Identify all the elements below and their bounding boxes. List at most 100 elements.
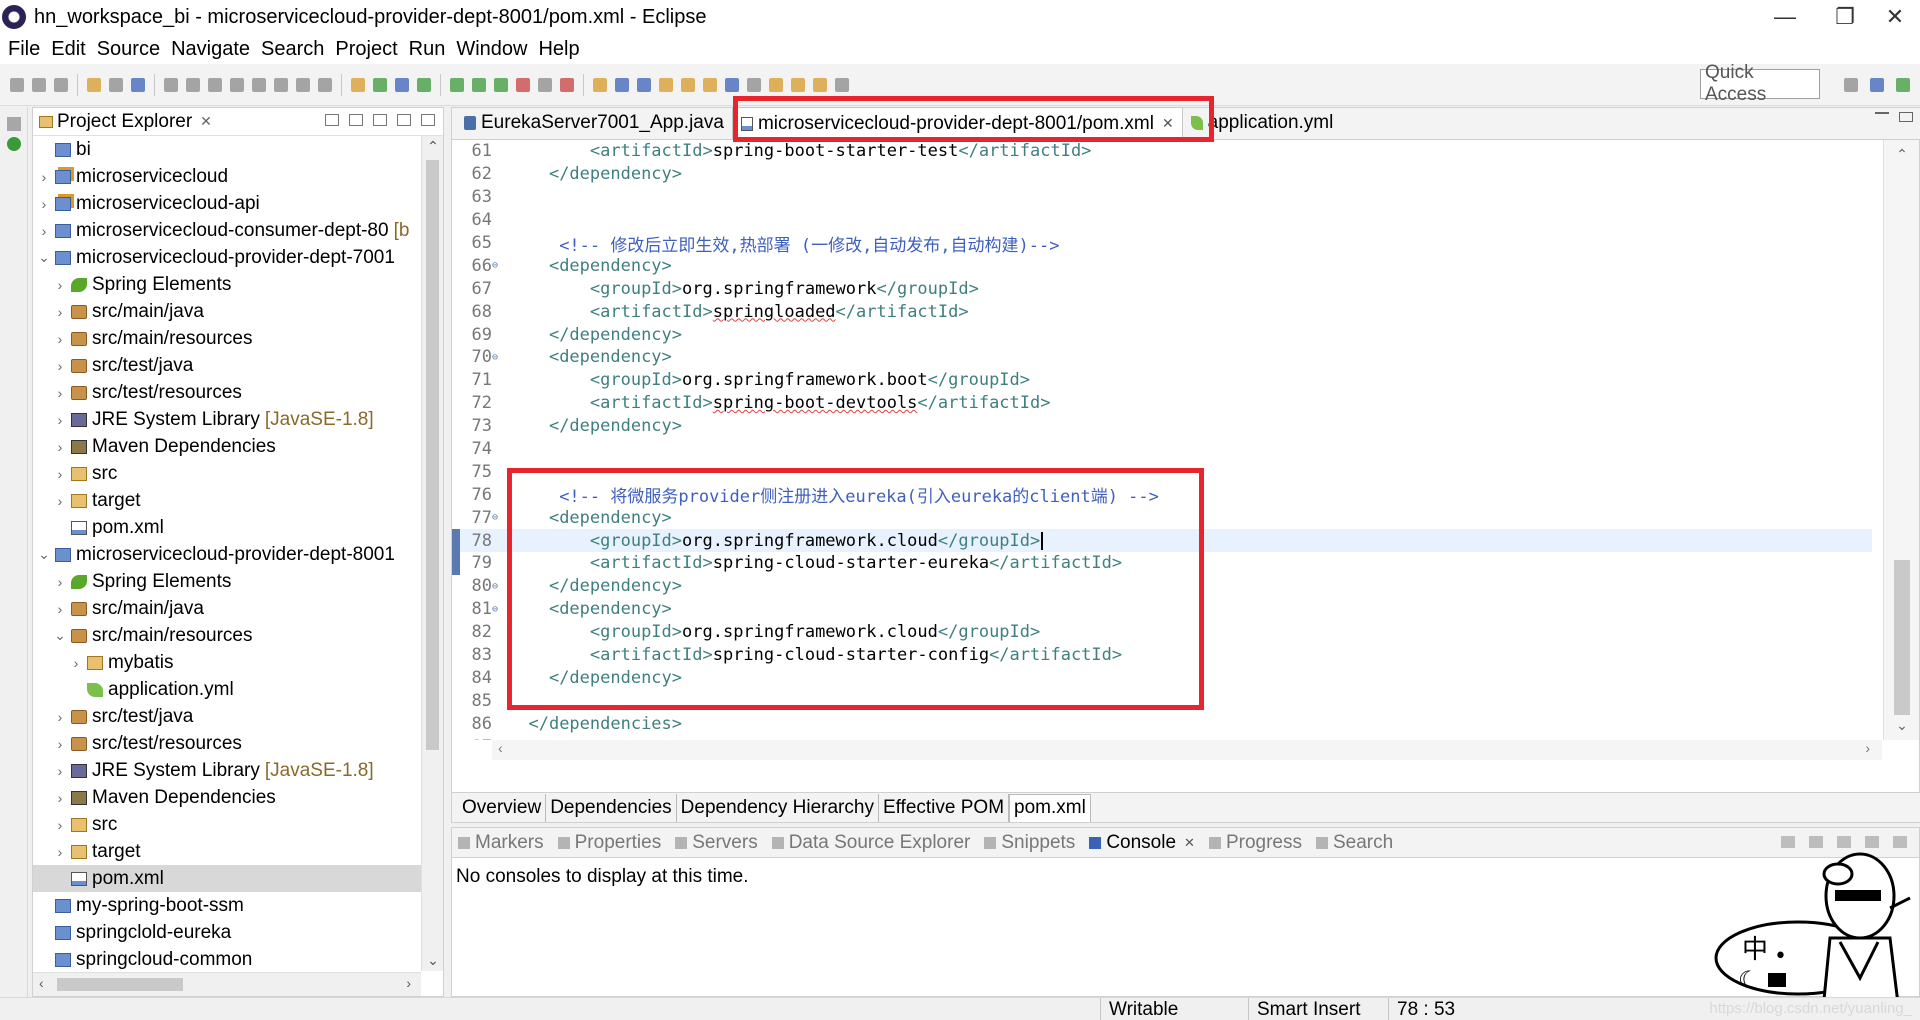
tree-item[interactable]: bi (33, 136, 421, 163)
close-tab-icon[interactable]: ✕ (1184, 835, 1195, 851)
expand-toggle-icon[interactable]: › (53, 385, 67, 401)
view-tab[interactable]: Search (1315, 832, 1393, 854)
next-annotation-icon[interactable] (769, 77, 783, 92)
quick-access-field[interactable]: Quick Access (1700, 62, 1820, 105)
tree-item[interactable]: springclold-eureka (33, 919, 421, 946)
close-button[interactable]: ✕ (1860, 0, 1920, 34)
editor-tab[interactable]: application.yml (1183, 107, 1342, 139)
expand-toggle-icon[interactable]: ⌄ (53, 627, 67, 644)
tree-item[interactable]: › src/test/java (33, 352, 421, 379)
tree-item[interactable]: › target (33, 838, 421, 865)
close-view-icon[interactable]: ✕ (200, 113, 212, 130)
code-line[interactable]: 85 (452, 689, 1872, 712)
expand-toggle-icon[interactable]: › (53, 790, 67, 806)
tree-item[interactable]: › Spring Elements (33, 271, 421, 298)
expand-toggle-icon[interactable]: › (53, 304, 67, 320)
tree-item[interactable]: › microservicecloud-consumer-dept-80 [b (33, 217, 421, 244)
collapse-all-icon[interactable] (325, 114, 339, 126)
new-icon[interactable] (10, 77, 24, 92)
debug-icon[interactable] (450, 77, 464, 92)
skip-breakpoints-icon[interactable] (164, 77, 178, 92)
toggle-mark-icon[interactable] (351, 77, 365, 92)
tree-item[interactable]: › src/test/resources (33, 379, 421, 406)
code-line[interactable]: 68 <artifactId>springloaded</artifactId> (452, 300, 1872, 323)
expand-toggle-icon[interactable]: › (53, 277, 67, 293)
tree-item[interactable]: ⌄ microservicecloud-provider-dept-7001 (33, 244, 421, 271)
code-line[interactable]: 74 (452, 438, 1872, 461)
minimize-editor-icon[interactable] (1875, 112, 1889, 122)
tree-item[interactable]: ⌄ microservicecloud-provider-dept-8001 (33, 541, 421, 568)
fold-toggle-icon[interactable]: ⊖ (492, 512, 502, 523)
new-server-icon[interactable] (593, 77, 607, 92)
scroll-down-icon[interactable]: ⌄ (422, 952, 444, 969)
project-explorer-title[interactable]: Project Explorer (57, 111, 192, 133)
scroll-right-icon[interactable]: › (406, 975, 411, 991)
tree-item[interactable]: application.yml (33, 676, 421, 703)
code-line[interactable]: 76 <!-- 将微服务provider侧注册进入eureka(引入eureka… (452, 483, 1872, 508)
link-with-editor-icon[interactable] (349, 114, 363, 126)
tree-item[interactable]: › src/test/resources (33, 730, 421, 757)
code-line[interactable]: 64 (452, 209, 1872, 232)
expand-toggle-icon[interactable]: › (37, 169, 51, 185)
scroll-up-icon[interactable]: ⌃ (422, 138, 444, 155)
new-package-icon[interactable] (637, 77, 651, 92)
view-tab[interactable]: Console ✕ (1089, 832, 1195, 854)
close-tab-icon[interactable]: ✕ (1162, 115, 1174, 132)
step-over-icon[interactable] (296, 77, 310, 92)
tree-item[interactable]: › Spring Elements (33, 568, 421, 595)
save-icon[interactable] (32, 77, 46, 92)
expand-toggle-icon[interactable]: › (53, 736, 67, 752)
code-line[interactable]: 72 <artifactId>spring-boot-devtools</art… (452, 392, 1872, 415)
code-line[interactable]: 86 </dependencies> (452, 712, 1872, 735)
back-icon[interactable] (813, 77, 827, 92)
tree-item[interactable]: ⌄ src/main/resources (33, 622, 421, 649)
open-perspective-icon[interactable] (1844, 78, 1858, 92)
refresh-icon[interactable] (417, 77, 431, 92)
view-tab[interactable]: Snippets (984, 832, 1075, 854)
expand-toggle-icon[interactable]: › (53, 439, 67, 455)
expand-toggle-icon[interactable]: › (53, 601, 67, 617)
tree-item[interactable]: springcloud-common (33, 946, 421, 971)
tree-item[interactable]: › src (33, 811, 421, 838)
scroll-left-icon[interactable]: ‹ (39, 975, 44, 991)
tree-item[interactable]: › Maven Dependencies (33, 784, 421, 811)
scroll-down-icon[interactable]: ⌄ (1884, 717, 1920, 734)
open-type-icon[interactable] (681, 77, 695, 92)
annotation-nav-icon[interactable] (747, 77, 761, 92)
expand-toggle-icon[interactable]: › (53, 817, 67, 833)
explorer-vertical-scrollbar[interactable]: ⌃ ⌄ (421, 136, 443, 971)
expand-toggle-icon[interactable]: › (53, 763, 67, 779)
code-line[interactable]: 73 </dependency> (452, 415, 1872, 438)
explorer-horizontal-scrollbar[interactable]: ‹ › (33, 972, 421, 996)
restore-view-icon[interactable] (6, 117, 21, 131)
code-line[interactable]: 65 <!-- 修改后立即生效,热部署 (一修改,自动发布,自动构建)--> (452, 232, 1872, 256)
expand-toggle-icon[interactable]: ⌄ (37, 546, 51, 563)
expand-toggle-icon[interactable]: › (69, 655, 83, 671)
tree-item[interactable]: › mybatis (33, 649, 421, 676)
editor-vertical-scrollbar[interactable]: ⌃ ⌄ (1883, 140, 1919, 740)
code-line[interactable]: 67 <groupId>org.springframework</groupId… (452, 277, 1872, 300)
code-line[interactable]: 80 ⊖ </dependency> (452, 575, 1872, 598)
save-all-icon[interactable] (54, 77, 68, 92)
spring-dashboard-icon[interactable] (6, 137, 21, 151)
expand-toggle-icon[interactable]: ⌄ (37, 249, 51, 266)
step-return-icon[interactable] (318, 77, 332, 92)
tree-item[interactable]: › JRE System Library [JavaSE-1.8] (33, 757, 421, 784)
terminate-icon[interactable] (230, 77, 244, 92)
editor-horizontal-scrollbar[interactable]: ‹ › (492, 740, 1882, 760)
maximize-view-icon[interactable] (421, 114, 435, 126)
code-line[interactable]: 70 ⊖ <dependency> (452, 346, 1872, 369)
tree-item[interactable]: pom.xml (33, 514, 421, 541)
spring-boot-icon[interactable] (373, 77, 387, 92)
menu-help[interactable]: Help (536, 38, 588, 61)
pom-tab[interactable]: Overview (458, 793, 547, 822)
code-line[interactable]: 79 <artifactId>spring-cloud-starter-eure… (452, 552, 1872, 575)
resume-icon[interactable] (186, 77, 200, 92)
prev-annotation-icon[interactable] (791, 77, 805, 92)
deploy-icon[interactable] (560, 77, 574, 92)
view-tab[interactable]: Properties (557, 832, 661, 854)
tree-item[interactable]: my-spring-boot-ssm (33, 892, 421, 919)
scroll-up-icon[interactable]: ⌃ (1884, 146, 1920, 163)
tree-item[interactable]: › microservicecloud-api (33, 190, 421, 217)
pom-tab[interactable]: pom.xml (1009, 793, 1091, 822)
